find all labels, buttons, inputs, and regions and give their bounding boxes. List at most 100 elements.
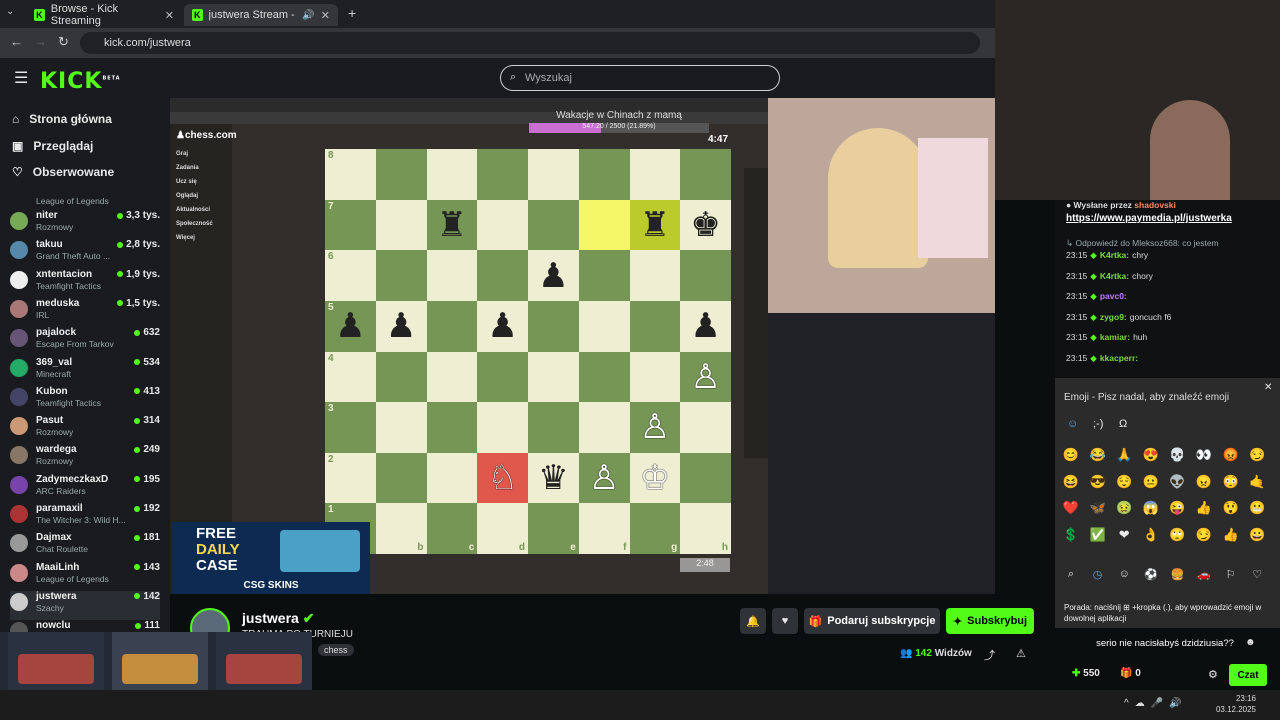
emoji-cell[interactable]: ✅ — [1088, 525, 1108, 545]
emoji-cell[interactable]: 😏 — [1247, 445, 1267, 465]
emoji-cell[interactable]: 😎 — [1088, 472, 1108, 492]
chat-username[interactable]: K4rtka: — [1100, 271, 1129, 281]
tray-icons[interactable]: ^☁🎤🔊 — [1124, 698, 1188, 709]
emoji-cell[interactable]: 👍 — [1194, 498, 1214, 518]
sidebar-channel[interactable]: meduska IRL 1,5 tys. — [10, 298, 160, 327]
sidebar-channel[interactable]: pajalock Escape From Tarkov 632 — [10, 327, 160, 356]
emoji-category-icon[interactable]: ◷ — [1088, 564, 1108, 584]
chat-username[interactable]: kamiar: — [1100, 332, 1130, 342]
chat-username[interactable]: kkacperr: — [1100, 353, 1138, 363]
gift-subscription-button[interactable]: 🎁 Podaruj subskrypcje — [804, 608, 940, 634]
nav-browse[interactable]: ▣ Przeglądaj — [12, 139, 93, 153]
forward-icon[interactable]: → — [34, 34, 47, 49]
chat-username[interactable]: pavc0: — [1100, 291, 1127, 301]
tag-badge[interactable]: chess — [318, 644, 354, 656]
new-tab-icon[interactable]: + — [348, 5, 356, 21]
emoji-category-icon[interactable]: ⚽ — [1141, 564, 1161, 584]
sidebar-channel[interactable]: xntentacion Teamfight Tactics 1,9 tys. — [10, 269, 160, 298]
emoji-cell[interactable]: 😜 — [1167, 498, 1187, 518]
sidebar-channel[interactable]: Kubon Teamfight Tactics 413 — [10, 386, 160, 415]
emoji-category-icon[interactable]: ☺ — [1114, 564, 1134, 584]
chesscom-menu-item[interactable]: Graj — [170, 147, 232, 161]
kick-logo[interactable]: KICKBETA — [40, 69, 121, 94]
report-icon[interactable]: ⚠ — [1016, 647, 1026, 660]
sidebar-channel[interactable]: takuu Grand Theft Auto ... 2,8 tys. — [10, 239, 160, 268]
back-icon[interactable]: ← — [10, 34, 23, 49]
emoji-cell[interactable]: 😍 — [1141, 445, 1161, 465]
sidebar-channel[interactable]: niter Rozmowy 3,3 tys. — [10, 210, 160, 239]
chesscom-menu-item[interactable]: Więcej — [170, 231, 232, 245]
subscribe-button[interactable]: ✦ Subskrybuj — [946, 608, 1034, 634]
taskbar-clock[interactable]: 23:16 03.12.2025 — [1216, 693, 1256, 715]
emoji-cell[interactable]: 👀 — [1194, 445, 1214, 465]
url-field[interactable]: kick.com/justwera — [80, 32, 980, 54]
emoji-cell[interactable]: 💲 — [1061, 525, 1081, 545]
speaker-icon[interactable]: 🔊 — [302, 10, 314, 21]
emoji-cell[interactable]: 😳 — [1221, 472, 1241, 492]
reload-icon[interactable]: ↻ — [58, 34, 69, 50]
emoji-cell[interactable]: 🙄 — [1167, 525, 1187, 545]
emoji-cell[interactable]: 😱 — [1141, 498, 1161, 518]
sidebar-channel[interactable]: ZadymeczkaxD ARC Raiders 195 — [10, 474, 160, 503]
close-tab-icon[interactable]: ✕ — [321, 9, 330, 22]
close-icon[interactable]: ✕ — [1264, 382, 1272, 393]
symbols-tab-icon[interactable]: Ω — [1119, 418, 1127, 430]
emoji-cell[interactable]: 😌 — [1114, 472, 1134, 492]
promo-banner[interactable]: FREE DAILY CASE CSG SKINS — [172, 522, 370, 594]
emoji-cell[interactable]: 💀 — [1167, 445, 1187, 465]
sidebar-channel[interactable]: justwera Szachy 142 — [10, 590, 160, 620]
notification-bell-button[interactable]: 🔔 — [740, 608, 766, 634]
emoji-cell[interactable]: 😂 — [1088, 445, 1108, 465]
follow-button[interactable]: ♥ — [772, 608, 798, 634]
emoji-category-icon[interactable]: ⌕ — [1061, 564, 1081, 584]
emoji-cell[interactable]: ❤️ — [1061, 498, 1081, 518]
emoji-cell[interactable]: 🤢 — [1114, 498, 1134, 518]
streamer-name[interactable]: justwera ✔ — [242, 610, 314, 627]
emoji-cell[interactable]: 🙏 — [1114, 445, 1134, 465]
emoji-tab-icon[interactable]: ☺ — [1067, 418, 1078, 430]
gift-counter[interactable]: 🎁 0 — [1120, 668, 1141, 679]
pinned-link[interactable]: https://www.paymedia.pl/justwerka — [1066, 213, 1232, 224]
emoji-cell[interactable]: 😠 — [1194, 472, 1214, 492]
emoji-cell[interactable]: 😊 — [1061, 445, 1081, 465]
emoji-cell[interactable]: 😐 — [1141, 472, 1161, 492]
channel-points[interactable]: ✚ 550 — [1072, 668, 1100, 679]
emoji-category-icon[interactable]: 🍔 — [1167, 564, 1187, 584]
sidebar-channel[interactable]: 369_val Minecraft 534 — [10, 357, 160, 386]
close-tab-icon[interactable]: ✕ — [165, 9, 174, 22]
emoji-cell[interactable]: 😏 — [1194, 525, 1214, 545]
tab-list-chevron-icon[interactable]: ⌄ — [6, 6, 14, 17]
emoji-cell[interactable]: 😲 — [1221, 498, 1241, 518]
tab-justwera[interactable]: Kjustwera Stream - Watch Li 🔊 ✕ — [184, 4, 338, 26]
chesscom-menu-item[interactable]: Ucz się — [170, 175, 232, 189]
emoji-cell[interactable]: 👌 — [1141, 525, 1161, 545]
emoji-cell[interactable]: 😆 — [1061, 472, 1081, 492]
emoji-category-icon[interactable]: ♡ — [1247, 564, 1267, 584]
emoji-category-icon[interactable]: 🚗 — [1194, 564, 1214, 584]
chat-username[interactable]: zygo9: — [1100, 312, 1127, 322]
sidebar-channel[interactable]: Pasut Rozmowy 314 — [10, 415, 160, 444]
send-chat-button[interactable]: Czat — [1229, 664, 1267, 686]
nav-following[interactable]: ♡ Obserwowane — [12, 165, 114, 179]
sidebar-channel[interactable]: paramaxil The Witcher 3: Wild H... 192 — [10, 503, 160, 532]
chesscom-menu-item[interactable]: Oglądaj — [170, 189, 232, 203]
emoji-cell[interactable]: 😡 — [1221, 445, 1241, 465]
settings-gear-icon[interactable]: ⚙ — [1208, 668, 1218, 681]
nav-home[interactable]: ⌂ Strona główna — [12, 112, 112, 126]
sidebar-channel[interactable]: wardega Rozmowy 249 — [10, 444, 160, 473]
chesscom-menu-item[interactable]: Zadania — [170, 161, 232, 175]
emoji-cell[interactable]: 🦋 — [1088, 498, 1108, 518]
emoji-button-icon[interactable]: ☻ — [1245, 637, 1256, 648]
menu-hamburger-icon[interactable]: ☰ — [14, 68, 28, 88]
emoji-category-icon[interactable]: ⚐ — [1221, 564, 1241, 584]
chat-input[interactable]: serio nie nacisłabyś dzidziusia?? — [1060, 631, 1270, 655]
emoji-cell[interactable]: 🤙 — [1247, 472, 1267, 492]
emoji-cell[interactable]: 😀 — [1247, 525, 1267, 545]
chesscom-menu-item[interactable]: Aktualności — [170, 203, 232, 217]
share-icon[interactable]: ⤴ — [984, 647, 995, 663]
chesscom-menu-item[interactable]: Społeczność — [170, 217, 232, 231]
emoji-cell[interactable]: 👍 — [1221, 525, 1241, 545]
chat-username[interactable]: K4rtka: — [1100, 250, 1129, 260]
search-input[interactable]: ⌕ Wyszukaj — [500, 65, 780, 91]
tab-browse[interactable]: K Browse - Kick Streaming ✕ — [26, 3, 182, 27]
